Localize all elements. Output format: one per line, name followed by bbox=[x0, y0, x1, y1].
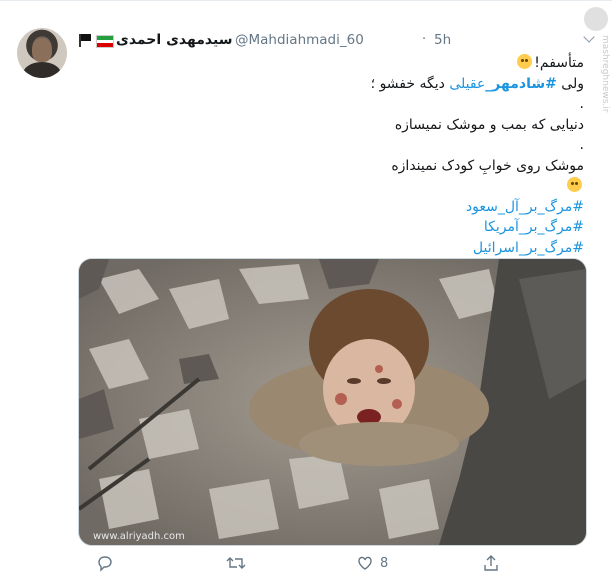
tweet-time[interactable]: 5h bbox=[434, 32, 451, 48]
text-line: . bbox=[579, 137, 584, 153]
retweet-icon bbox=[226, 557, 246, 569]
like-button[interactable]: 8 bbox=[356, 554, 388, 574]
tweet-photo[interactable]: www.alriyadh.com bbox=[78, 258, 587, 546]
text-line: دنیایی که بمب و موشک نمیسازه bbox=[394, 116, 584, 133]
author-handle[interactable]: @Mahdiahmadi_60 bbox=[235, 32, 364, 48]
hashtag-link[interactable]: #شادمهر_عقیلی bbox=[449, 76, 557, 92]
chevron-down-icon[interactable] bbox=[580, 30, 598, 48]
hashtag-link[interactable]: #مرگ_بر_آمریکا bbox=[74, 217, 584, 238]
author-name[interactable]: سیدمهدی احمدی bbox=[116, 32, 232, 48]
rubble-photo-image bbox=[79, 259, 586, 545]
black-flag-icon bbox=[78, 34, 92, 47]
hashtag-link[interactable]: #مرگ_بر_آل_سعود bbox=[74, 197, 584, 218]
text-line: موشک روی خوابِ کودک نمیندازه bbox=[391, 157, 584, 174]
text-line: ولی #شادمهر_عقیلی دیگه خفشو ؛ bbox=[370, 75, 584, 92]
relieved-face-emoji-icon bbox=[517, 54, 533, 69]
tweet-actions: 8 bbox=[78, 554, 598, 576]
separator-dot: · bbox=[422, 32, 427, 47]
text-line: . bbox=[579, 96, 584, 112]
avatar[interactable] bbox=[17, 28, 67, 78]
text-line: متأسفم! bbox=[74, 53, 584, 74]
retweet-button[interactable] bbox=[226, 554, 246, 574]
tweet-card[interactable]: mashreghnews.ir سیدمهدی احمدی @Mahdiahma… bbox=[0, 0, 612, 587]
face-emoji-icon bbox=[567, 177, 582, 192]
text-line bbox=[74, 176, 584, 197]
tweet-header: سیدمهدی احمدی @Mahdiahmadi_60 · 5h bbox=[78, 32, 598, 50]
reply-icon bbox=[98, 556, 112, 572]
like-count: 8 bbox=[380, 556, 389, 571]
iran-flag-icon bbox=[96, 35, 114, 48]
heart-icon bbox=[358, 556, 372, 570]
tweet-text: متأسفم! ولی #شادمهر_عقیلی دیگه خفشو ؛ . … bbox=[74, 53, 584, 258]
hashtag-link[interactable]: #مرگ_بر_اسرائیل bbox=[74, 238, 584, 259]
share-icon bbox=[484, 555, 498, 571]
share-button[interactable] bbox=[482, 554, 500, 574]
media-watermark: www.alriyadh.com bbox=[93, 531, 185, 542]
reply-button[interactable] bbox=[96, 554, 114, 574]
